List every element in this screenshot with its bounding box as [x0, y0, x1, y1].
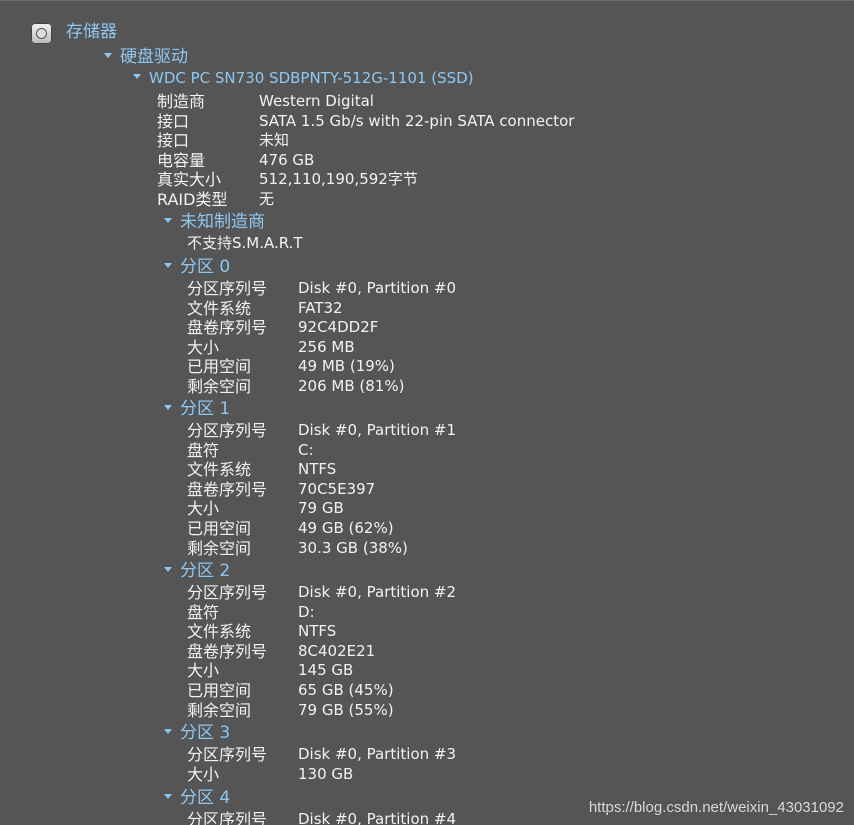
property-value: 未知: [259, 131, 290, 149]
property-label: 分区序列号: [187, 745, 268, 764]
property-value: 145 GB: [298, 661, 354, 680]
partition-node[interactable]: 分区 2: [164, 562, 230, 581]
property-value: Disk #0, Partition #1: [298, 421, 457, 439]
disk-name: WDC PC SN730 SDBPNTY-512G-1101 (SSD): [149, 69, 474, 87]
drives-node[interactable]: 硬盘驱动: [104, 48, 188, 67]
property-value: NTFS: [298, 460, 337, 479]
property-label: RAID类型: [157, 189, 228, 209]
property-value: 256 MB: [298, 337, 355, 356]
partition-node[interactable]: 分区 4: [164, 789, 230, 808]
property-label: 盘符: [187, 602, 220, 622]
expand-triangle-icon[interactable]: [164, 728, 172, 734]
property-value: 8C402E21: [298, 641, 376, 660]
watermark: https://blog.csdn.net/weixin_43031092: [588, 799, 844, 816]
property-value: 130 GB: [298, 764, 354, 783]
expand-triangle-icon[interactable]: [164, 566, 172, 572]
property-value: D:: [298, 602, 315, 621]
partition-heading: 分区 3: [180, 723, 231, 743]
property-label: 盘卷序列号: [187, 641, 268, 661]
property-value: 476 GB: [259, 150, 315, 169]
partition-node[interactable]: 分区 0: [164, 258, 230, 277]
property-label: 制造商: [157, 92, 206, 111]
property-value: Western Digital: [259, 92, 374, 110]
disk-node[interactable]: WDC PC SN730 SDBPNTY-512G-1101 (SSD): [133, 69, 474, 88]
property-label: 剩余空间: [187, 700, 252, 720]
property-label: 电容量: [157, 150, 206, 170]
partition-node[interactable]: 分区 3: [164, 724, 230, 743]
smart-heading: 未知制造商: [180, 212, 265, 232]
expand-triangle-icon[interactable]: [164, 404, 172, 410]
property-value: Disk #0, Partition #3: [298, 745, 457, 763]
smart-node[interactable]: 未知制造商: [164, 213, 265, 232]
property-label: 已用空间: [187, 357, 252, 377]
smart-status: 不支持S.M.A.R.T: [187, 234, 303, 252]
property-value: 70C5E397: [298, 479, 376, 498]
property-label: 分区序列号: [187, 421, 268, 440]
property-label: 分区序列号: [187, 583, 268, 602]
property-label: 剩余空间: [187, 377, 252, 396]
property-label: 文件系统: [187, 460, 252, 480]
property-value: Disk #0, Partition #0: [298, 279, 457, 297]
property-label: 大小: [187, 499, 220, 519]
property-label: 盘卷序列号: [187, 479, 268, 499]
expand-triangle-icon[interactable]: [164, 262, 172, 268]
property-label: 分区序列号: [187, 279, 268, 298]
partition-heading: 分区 4: [180, 788, 231, 808]
partition-heading: 分区 2: [180, 561, 231, 581]
property-value: 79 GB (55%): [298, 700, 394, 719]
property-value: 无: [259, 189, 275, 208]
property-label: 分区序列号: [187, 810, 268, 825]
hard-disk-icon: [31, 23, 52, 44]
storage-heading[interactable]: 存储器: [66, 23, 117, 42]
property-label: 大小: [187, 764, 220, 784]
partition-node[interactable]: 分区 1: [164, 400, 230, 419]
property-label: 已用空间: [187, 519, 252, 538]
property-label: 真实大小: [157, 170, 222, 189]
partition-heading: 分区 0: [180, 257, 231, 277]
property-label: 接口: [157, 111, 190, 131]
property-value: 92C4DD2F: [298, 318, 379, 337]
property-label: 文件系统: [187, 298, 252, 318]
property-value: 206 MB (81%): [298, 377, 405, 395]
property-label: 剩余空间: [187, 538, 252, 558]
property-label: 接口: [157, 131, 190, 150]
property-value: Disk #0, Partition #4: [298, 810, 457, 825]
property-label: 已用空间: [187, 681, 252, 700]
property-label: 文件系统: [187, 622, 252, 642]
expand-triangle-icon[interactable]: [133, 74, 141, 79]
property-value: 65 GB (45%): [298, 681, 394, 699]
storage-tree-panel[interactable]: 存储器 硬盘驱动 WDC PC SN730 SDBPNTY-512G-1101 …: [0, 0, 854, 825]
property-value: 49 GB (62%): [298, 519, 394, 537]
property-label: 盘符: [187, 440, 220, 460]
drives-heading: 硬盘驱动: [120, 47, 188, 67]
property-value: 30.3 GB (38%): [298, 538, 408, 557]
property-label: 大小: [187, 337, 220, 357]
property-value: 512,110,190,592字节: [259, 170, 418, 188]
property-value: SATA 1.5 Gb/s with 22-pin SATA connector: [259, 111, 575, 130]
property-label: 盘卷序列号: [187, 318, 268, 338]
property-value: 49 MB (19%): [298, 357, 395, 376]
partition-heading: 分区 1: [180, 399, 231, 419]
property-value: C:: [298, 440, 314, 459]
property-value: Disk #0, Partition #2: [298, 583, 457, 601]
property-value: NTFS: [298, 622, 337, 641]
expand-triangle-icon[interactable]: [164, 793, 172, 799]
property-label: 大小: [187, 661, 220, 681]
property-value: 79 GB: [298, 499, 344, 518]
expand-triangle-icon[interactable]: [104, 52, 112, 58]
property-value: FAT32: [298, 298, 343, 317]
expand-triangle-icon[interactable]: [164, 217, 172, 223]
